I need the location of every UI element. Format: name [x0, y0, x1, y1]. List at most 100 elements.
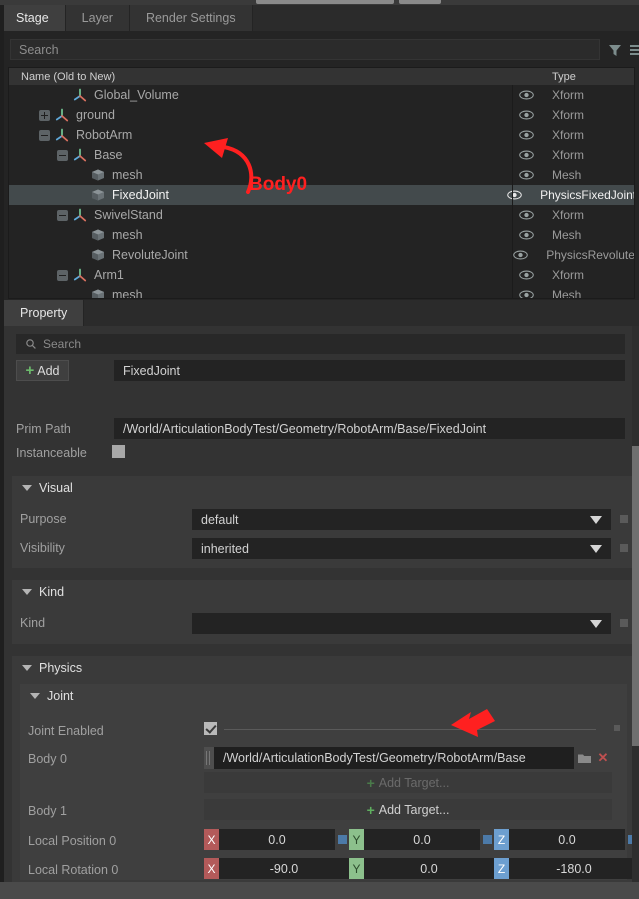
tree-name-cell: Global_Volume	[9, 85, 506, 105]
tree-collapse-button[interactable]	[57, 149, 68, 161]
body0-target-row: /World/ArticulationBodyTest/Geometry/Rob…	[204, 747, 612, 769]
add-property-button[interactable]: + Add	[16, 360, 69, 381]
property-scrollbar-thumb[interactable]	[632, 446, 639, 746]
table-row[interactable]: RobotArm Xform	[9, 125, 634, 145]
tabbar-filler	[252, 5, 639, 31]
tree-collapse-button[interactable]	[57, 269, 68, 281]
filter-funnel-icon[interactable]	[605, 40, 624, 59]
axis-y-tag: Y	[349, 829, 364, 850]
body0-drag-handle[interactable]	[204, 747, 214, 769]
tree-visibility-cell[interactable]	[501, 250, 541, 260]
visibility-eye-icon[interactable]	[518, 130, 534, 140]
prim-path-field[interactable]: /World/ArticulationBodyTest/Geometry/Rob…	[114, 418, 625, 439]
visibility-eye-icon[interactable]	[518, 290, 534, 299]
folder-icon[interactable]	[574, 747, 594, 769]
stage-tabbar: Stage Layer Render Settings	[0, 5, 639, 31]
joint-enabled-checkbox[interactable]	[204, 722, 217, 735]
kind-section-header[interactable]: Kind	[12, 580, 635, 604]
axis-z-tag: Z	[494, 858, 509, 879]
table-row[interactable]: FixedJoint PhysicsFixedJoint	[9, 185, 634, 205]
local-position-0-x-extra[interactable]	[337, 835, 347, 844]
tree-expander-spacer	[75, 230, 86, 241]
visibility-eye-icon[interactable]	[518, 170, 534, 180]
column-header-type[interactable]: Type	[546, 71, 576, 83]
property-search-input[interactable]: Search	[16, 334, 625, 354]
kind-label: Kind	[20, 616, 46, 630]
visibility-eye-icon[interactable]	[507, 190, 522, 200]
tab-render-settings-label: Render Settings	[145, 11, 236, 25]
local-position-0-y-extra[interactable]	[482, 835, 492, 844]
table-row[interactable]: SwivelStand Xform	[9, 205, 634, 225]
joint-enabled-extra-button[interactable]	[614, 725, 620, 731]
stage-search-input[interactable]: Search	[10, 39, 600, 60]
tree-visibility-cell[interactable]	[495, 190, 534, 200]
local-position-0-x[interactable]: 0.0	[219, 829, 335, 850]
local-rotation-0-y[interactable]: 0.0	[364, 858, 494, 879]
local-position-0-label: Local Position 0	[28, 834, 117, 848]
plus-icon: +	[366, 774, 375, 791]
tree-name-cell: RobotArm	[9, 125, 506, 145]
visibility-dropdown[interactable]: inherited	[192, 538, 611, 559]
local-rotation-0-row: X -90.0 Y 0.0 Z -180.0	[204, 858, 639, 879]
tree-type-cell: PhysicsFixedJoint	[540, 188, 634, 202]
tab-property[interactable]: Property	[4, 300, 85, 326]
window-chrome-tab-a[interactable]	[256, 0, 394, 4]
property-panel: Property Search + Add FixedJoint Prim Pa…	[0, 300, 639, 882]
visibility-eye-icon[interactable]	[518, 230, 534, 240]
table-row[interactable]: mesh Mesh	[9, 225, 634, 245]
tree-type-cell: Xform	[552, 108, 585, 122]
mesh-cube-icon	[92, 189, 104, 201]
tab-layer[interactable]: Layer	[65, 5, 130, 31]
local-rotation-0-x[interactable]: -90.0	[219, 858, 349, 879]
column-header-name[interactable]: Name (Old to New)	[9, 71, 506, 83]
window-chrome-tab-b[interactable]	[399, 0, 441, 4]
body0-add-target-label: Add Target...	[378, 775, 450, 790]
joint-subsection-header[interactable]: Joint	[20, 684, 627, 708]
table-row[interactable]: Global_Volume Xform	[9, 85, 634, 105]
stage-tree[interactable]: Name (Old to New) Type Global_Volume Xfor…	[8, 67, 635, 299]
visibility-eye-icon[interactable]	[518, 90, 534, 100]
tree-item-label: mesh	[112, 288, 143, 299]
physics-section-header[interactable]: Physics	[12, 656, 635, 680]
tree-item-label: mesh	[112, 168, 143, 182]
kind-extra-button[interactable]	[620, 619, 628, 627]
tab-render-settings[interactable]: Render Settings	[129, 5, 253, 31]
visibility-eye-icon[interactable]	[518, 110, 534, 120]
tree-collapse-button[interactable]	[57, 209, 68, 221]
local-position-0-y[interactable]: 0.0	[364, 829, 480, 850]
table-row[interactable]: RevoluteJoint PhysicsRevolute	[9, 245, 634, 265]
table-row[interactable]: Arm1 Xform	[9, 265, 634, 285]
hamburger-menu-icon[interactable]	[627, 40, 639, 59]
table-row[interactable]: ground Xform	[9, 105, 634, 125]
visual-section-header[interactable]: Visual	[12, 476, 635, 500]
purpose-extra-button[interactable]	[620, 515, 628, 523]
visibility-extra-button[interactable]	[620, 544, 628, 552]
tree-name-cell: mesh	[9, 225, 506, 245]
table-row[interactable]: mesh Mesh	[9, 285, 634, 299]
visibility-eye-icon[interactable]	[513, 250, 528, 260]
table-row[interactable]: mesh Mesh	[9, 165, 634, 185]
local-position-0-z[interactable]: 0.0	[509, 829, 625, 850]
tree-name-cell: Base	[9, 145, 506, 165]
axis-y-tag: Y	[349, 858, 364, 879]
visibility-eye-icon[interactable]	[518, 270, 534, 280]
body0-clear-button[interactable]: ✕	[594, 747, 612, 769]
tab-stage[interactable]: Stage	[0, 5, 66, 31]
property-tabbar-filler	[84, 300, 639, 326]
tree-name-cell: mesh	[9, 165, 506, 185]
tree-collapse-button[interactable]	[39, 129, 50, 141]
table-row[interactable]: Base Xform	[9, 145, 634, 165]
kind-dropdown[interactable]	[192, 613, 611, 634]
tab-layer-label: Layer	[81, 11, 113, 25]
visibility-eye-icon[interactable]	[518, 150, 534, 160]
visibility-eye-icon[interactable]	[518, 210, 534, 220]
local-rotation-0-z[interactable]: -180.0	[509, 858, 639, 879]
purpose-dropdown[interactable]: default	[192, 509, 611, 530]
body0-add-target-button[interactable]: + Add Target...	[204, 772, 612, 793]
prim-name-field[interactable]: FixedJoint	[114, 360, 625, 381]
tree-expand-button[interactable]	[39, 109, 50, 121]
instanceable-checkbox[interactable]	[112, 445, 125, 458]
body0-path-field[interactable]: /World/ArticulationBodyTest/Geometry/Rob…	[214, 747, 574, 769]
tree-expander-spacer	[75, 170, 86, 181]
body1-add-target-button[interactable]: + Add Target...	[204, 799, 612, 820]
